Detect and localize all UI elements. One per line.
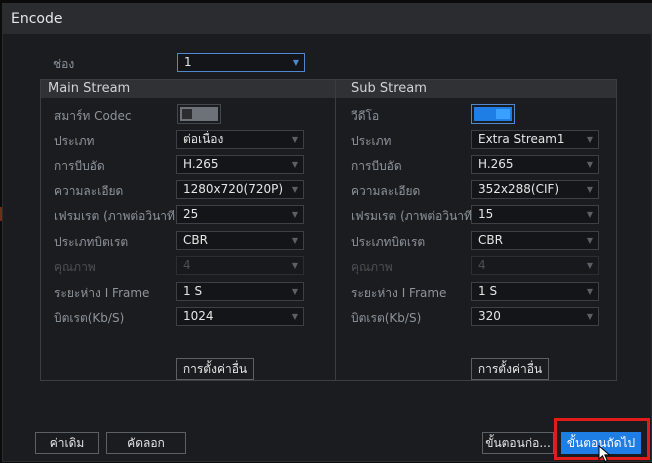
main-framerate-label: เฟรมเรต (ภาพต่อวินาที) [54, 209, 180, 223]
sub-compression-label: การบีบอัด [351, 159, 402, 173]
main-resolution-label: ความละเอียด [54, 184, 124, 198]
channel-select[interactable]: 1 ▼ [177, 53, 305, 72]
toggle-knob [182, 109, 192, 119]
chevron-down-icon: ▼ [291, 236, 298, 245]
chevron-down-icon: ▼ [291, 210, 298, 219]
sub-bitrate-type-select[interactable]: CBR ▼ [471, 231, 599, 250]
main-bitrate-label: บิตเรต(Kb/S) [54, 311, 125, 325]
sub-compression-select[interactable]: H.265 ▼ [471, 155, 599, 174]
sub-video-label: วีดีโอ [351, 109, 380, 123]
sub-iframe-value: 1 S [478, 284, 498, 298]
channel-select-value: 1 [184, 55, 192, 69]
main-framerate-value: 25 [183, 207, 199, 221]
sub-iframe-label: ระยะห่าง I Frame [351, 286, 447, 300]
main-compression-select[interactable]: H.265 ▼ [176, 155, 304, 174]
main-bitrate-value: 1024 [183, 309, 214, 323]
main-iframe-value: 1 S [183, 284, 203, 298]
main-stream-title: Main Stream [48, 81, 131, 96]
main-bitrate-type-value: CBR [183, 233, 208, 247]
main-resolution-select[interactable]: 1280x720(720P) ▼ [176, 180, 304, 199]
chevron-down-icon: ▼ [292, 58, 299, 67]
main-compression-value: H.265 [183, 157, 219, 171]
sub-framerate-value: 15 [478, 207, 494, 221]
main-bitrate-select[interactable]: 1024 ▼ [176, 307, 304, 326]
chevron-down-icon: ▼ [586, 210, 593, 219]
chevron-down-icon: ▼ [586, 135, 593, 144]
chevron-down-icon: ▼ [586, 160, 593, 169]
toggle-knob [496, 109, 510, 119]
main-resolution-value: 1280x720(720P) [183, 182, 284, 196]
sub-bitrate-type-label: ประเภทบิตเรต [351, 235, 426, 249]
main-smart-codec-label: สมาร์ท Codec [54, 109, 132, 123]
chevron-down-icon: ▼ [291, 261, 298, 270]
dialog-title: Encode [3, 4, 651, 34]
sub-video-toggle[interactable] [471, 104, 515, 124]
main-compression-label: การบีบอัด [54, 159, 105, 173]
main-bitrate-type-select[interactable]: CBR ▼ [176, 231, 304, 250]
sub-resolution-select[interactable]: 352x288(CIF) ▼ [471, 180, 599, 199]
main-iframe-select[interactable]: 1 S ▼ [176, 282, 304, 301]
chevron-down-icon: ▼ [586, 236, 593, 245]
chevron-down-icon: ▼ [291, 287, 298, 296]
main-type-label: ประเภท [54, 134, 95, 148]
sub-quality-label: คุณภาพ [351, 260, 393, 274]
main-quality-select: 4 ▼ [176, 256, 304, 275]
sub-quality-value: 4 [478, 258, 486, 272]
main-iframe-label: ระยะห่าง I Frame [54, 286, 150, 300]
main-more-settings-button[interactable]: การตั้งค่าอื่น [176, 358, 254, 380]
sub-stream-title: Sub Stream [351, 81, 427, 96]
default-button[interactable]: ค่าเดิม [35, 432, 99, 454]
main-quality-label: คุณภาพ [54, 260, 96, 274]
chevron-down-icon: ▼ [586, 261, 593, 270]
copy-button[interactable]: คัดลอก [106, 432, 186, 454]
sub-quality-select: 4 ▼ [471, 256, 599, 275]
sub-type-select[interactable]: Extra Stream1 ▼ [471, 130, 599, 149]
sub-resolution-value: 352x288(CIF) [478, 182, 560, 196]
sub-iframe-select[interactable]: 1 S ▼ [471, 282, 599, 301]
chevron-down-icon: ▼ [291, 160, 298, 169]
channel-label: ช่อง [53, 57, 75, 71]
sub-type-label: ประเภท [351, 134, 392, 148]
sub-type-value: Extra Stream1 [478, 132, 565, 146]
main-quality-value: 4 [183, 258, 191, 272]
chevron-down-icon: ▼ [291, 135, 298, 144]
sub-bitrate-label: บิตเรต(Kb/S) [351, 311, 422, 325]
chevron-down-icon: ▼ [291, 312, 298, 321]
chevron-down-icon: ▼ [586, 185, 593, 194]
sub-more-settings-button[interactable]: การตั้งค่าอื่น [471, 358, 549, 380]
sub-framerate-label: เฟรมเรต (ภาพต่อวินาที) [351, 209, 477, 223]
sub-bitrate-type-value: CBR [478, 233, 503, 247]
sub-bitrate-select[interactable]: 320 ▼ [471, 307, 599, 326]
main-bitrate-type-label: ประเภทบิตเรต [54, 235, 129, 249]
sub-bitrate-value: 320 [478, 309, 501, 323]
main-type-value: ต่อเนื่อง [183, 132, 224, 146]
chevron-down-icon: ▼ [291, 185, 298, 194]
encode-dialog: Encode ช่อง 1 ▼ Main Stream Sub Stream ส… [2, 3, 652, 462]
previous-step-button[interactable]: ขั้นตอนก่อ... [482, 432, 554, 454]
chevron-down-icon: ▼ [586, 312, 593, 321]
cursor-icon [598, 445, 611, 463]
sub-resolution-label: ความละเอียด [351, 184, 421, 198]
stream-settings-panel: Main Stream Sub Stream สมาร์ท Codec ประเ… [40, 79, 617, 381]
main-framerate-select[interactable]: 25 ▼ [176, 205, 304, 224]
main-smart-codec-toggle[interactable] [177, 104, 221, 124]
chevron-down-icon: ▼ [586, 287, 593, 296]
sub-compression-value: H.265 [478, 157, 514, 171]
sub-framerate-select[interactable]: 15 ▼ [471, 205, 599, 224]
main-type-select[interactable]: ต่อเนื่อง ▼ [176, 130, 304, 149]
panel-divider [335, 80, 336, 380]
